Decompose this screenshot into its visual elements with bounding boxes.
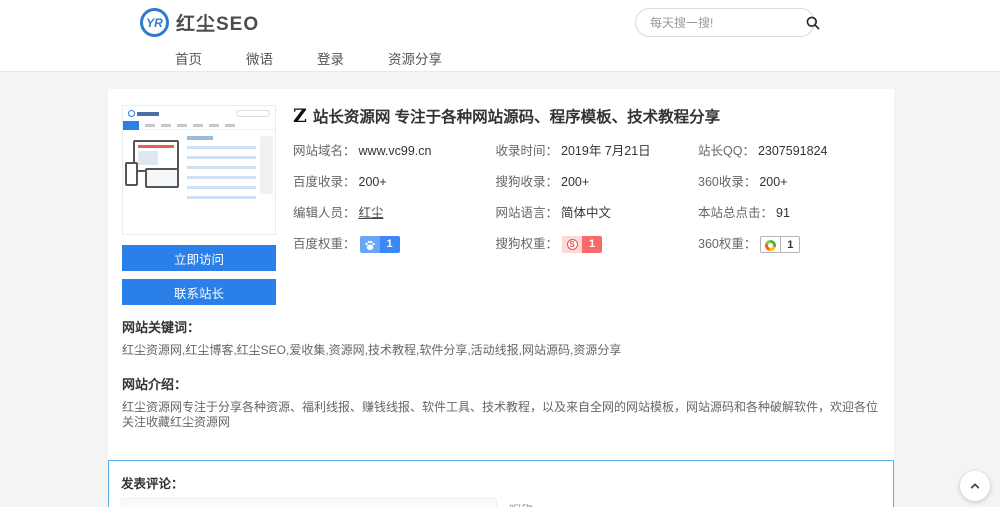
page-title: Z 站长资源网 专注于各种网站源码、程序模板、技术教程分享 bbox=[293, 105, 880, 127]
field-label: 收录时间： bbox=[496, 143, 559, 160]
thumb-nav-item-decoration bbox=[177, 124, 187, 127]
badge-number: 1 bbox=[380, 236, 400, 253]
field-baidu-weight: 百度权重： 1 bbox=[293, 236, 496, 253]
field-label: 搜狗权重： bbox=[496, 236, 559, 253]
site-details: Z 站长资源网 专注于各种网站源码、程序模板、技术教程分享 网站域名： www.… bbox=[293, 105, 880, 305]
thumb-nav-item-decoration bbox=[145, 124, 155, 127]
field-label: 搜狗收录： bbox=[496, 174, 559, 191]
thumb-logo-decoration bbox=[128, 110, 135, 117]
badge-number: 1 bbox=[582, 236, 602, 253]
field-webmaster-qq: 站长QQ： 2307591824 bbox=[698, 143, 880, 160]
contact-webmaster-button[interactable]: 联系站长 bbox=[122, 279, 276, 305]
nav-item-home[interactable]: 首页 bbox=[175, 48, 202, 68]
badge-number: 1 bbox=[780, 237, 799, 253]
360-ring-icon bbox=[761, 237, 780, 253]
field-value: 2019年 7月21日 bbox=[561, 143, 651, 160]
thumb-nav-item-decoration bbox=[193, 124, 203, 127]
nav-item-login[interactable]: 登录 bbox=[317, 48, 344, 68]
field-360-weight: 360权重： 1 bbox=[698, 236, 880, 253]
thumb-sidebar-decoration bbox=[260, 136, 273, 194]
baidu-paw-icon bbox=[360, 236, 380, 253]
logo-text: 红尘SEO bbox=[176, 9, 259, 36]
field-label: 百度权重： bbox=[293, 236, 356, 253]
editor-link[interactable]: 红尘 bbox=[359, 205, 384, 222]
field-label: 网站语言： bbox=[496, 205, 559, 222]
site-detail-card: 立即访问 联系站长 Z 站长资源网 专注于各种网站源码、程序模板、技术教程分享 … bbox=[108, 89, 894, 507]
field-total-clicks: 本站总点击： 91 bbox=[698, 205, 880, 222]
field-domain: 网站域名： www.vc99.cn bbox=[293, 143, 496, 160]
360-ring-glyph bbox=[765, 240, 776, 251]
field-sogou-weight: 搜狗权重： S 1 bbox=[496, 236, 699, 253]
field-value: 200+ bbox=[561, 174, 589, 191]
intro-heading: 网站介绍： bbox=[122, 374, 880, 393]
thumb-nav-decoration bbox=[123, 121, 275, 130]
field-label: 360收录： bbox=[698, 174, 756, 191]
back-to-top-button[interactable] bbox=[960, 471, 990, 501]
main-nav: 首页 微语 登录 资源分享 bbox=[0, 45, 1000, 72]
nav-item-resources[interactable]: 资源分享 bbox=[388, 48, 442, 68]
thumb-body-decoration bbox=[123, 130, 275, 234]
field-360-indexed: 360收录： 200+ bbox=[698, 174, 880, 191]
field-baidu-indexed: 百度收录： 200+ bbox=[293, 174, 496, 191]
nickname-label: 昵称 bbox=[509, 501, 533, 507]
field-value: www.vc99.cn bbox=[359, 143, 432, 160]
visit-site-button[interactable]: 立即访问 bbox=[122, 245, 276, 271]
field-label: 本站总点击： bbox=[698, 205, 773, 222]
thumb-nav-item-decoration bbox=[225, 124, 235, 127]
thumb-phone-decoration bbox=[125, 162, 138, 186]
thumb-title-decoration bbox=[137, 112, 159, 116]
top-section: 立即访问 联系站长 Z 站长资源网 专注于各种网站源码、程序模板、技术教程分享 … bbox=[122, 105, 880, 305]
sogou-s-glyph: S bbox=[567, 239, 578, 250]
nav-item-weiyu[interactable]: 微语 bbox=[246, 48, 273, 68]
field-label: 百度收录： bbox=[293, 174, 356, 191]
sogou-weight-badge: S 1 bbox=[562, 236, 602, 253]
thumb-nav-active-decoration bbox=[123, 121, 139, 130]
thumb-laptop-decoration bbox=[145, 168, 179, 188]
field-label: 编辑人员： bbox=[293, 205, 356, 222]
field-value: 200+ bbox=[759, 174, 787, 191]
thumb-search-decoration bbox=[236, 110, 270, 117]
chevron-up-icon bbox=[967, 478, 983, 494]
field-value: 2307591824 bbox=[758, 143, 828, 160]
search-input[interactable] bbox=[650, 16, 805, 30]
site-header: YR 红尘SEO bbox=[0, 0, 1000, 45]
360-weight-badge: 1 bbox=[760, 236, 800, 253]
field-editor: 编辑人员： 红尘 bbox=[293, 205, 496, 222]
logo-ring-icon: YR bbox=[140, 8, 169, 37]
keywords-text: 红尘资源网,红尘博客,红尘SEO,爱收集,资源网,技术教程,软件分享,活动线报,… bbox=[122, 343, 880, 358]
field-value: 200+ bbox=[359, 174, 387, 191]
logo[interactable]: YR 红尘SEO bbox=[140, 8, 259, 37]
thumb-header-decoration bbox=[123, 106, 275, 121]
left-column: 立即访问 联系站长 bbox=[122, 105, 276, 305]
thumb-devices-decoration bbox=[123, 130, 185, 234]
site-favicon-icon: Z bbox=[293, 107, 307, 126]
nickname-input[interactable] bbox=[121, 498, 497, 507]
search-bar bbox=[635, 8, 815, 37]
comment-form: 发表评论： 昵称 邮件地址 (选填) 个人主页 (选填) bbox=[108, 460, 894, 507]
thumb-list-decoration bbox=[185, 130, 260, 234]
thumb-nav-item-decoration bbox=[209, 124, 219, 127]
sogou-s-icon: S bbox=[562, 236, 582, 253]
intro-text: 红尘资源网专注于分享各种资源、福利线报、赚钱线报、软件工具、技术教程，以及来自全… bbox=[122, 400, 880, 430]
field-language: 网站语言： 简体中文 bbox=[496, 205, 699, 222]
thumb-list-heading-decoration bbox=[187, 136, 213, 140]
field-label: 网站域名： bbox=[293, 143, 356, 160]
thumb-list-rows-decoration bbox=[187, 146, 256, 202]
field-index-date: 收录时间： 2019年 7月21日 bbox=[496, 143, 699, 160]
thumb-nav-item-decoration bbox=[161, 124, 171, 127]
comment-row-nickname: 昵称 bbox=[121, 498, 881, 507]
detail-grid: 网站域名： www.vc99.cn 收录时间： 2019年 7月21日 站长QQ… bbox=[293, 143, 880, 253]
site-thumbnail[interactable] bbox=[122, 105, 276, 235]
field-label: 站长QQ： bbox=[698, 143, 755, 160]
field-sogou-indexed: 搜狗收录： 200+ bbox=[496, 174, 699, 191]
comment-heading: 发表评论： bbox=[121, 473, 881, 492]
keywords-heading: 网站关键词： bbox=[122, 317, 880, 336]
baidu-weight-badge: 1 bbox=[360, 236, 400, 253]
site-title-text: 站长资源网 专注于各种网站源码、程序模板、技术教程分享 bbox=[313, 105, 720, 127]
field-value: 简体中文 bbox=[561, 205, 611, 222]
field-label: 360权重： bbox=[698, 236, 756, 253]
search-icon[interactable] bbox=[805, 13, 821, 33]
field-value: 91 bbox=[776, 205, 790, 222]
